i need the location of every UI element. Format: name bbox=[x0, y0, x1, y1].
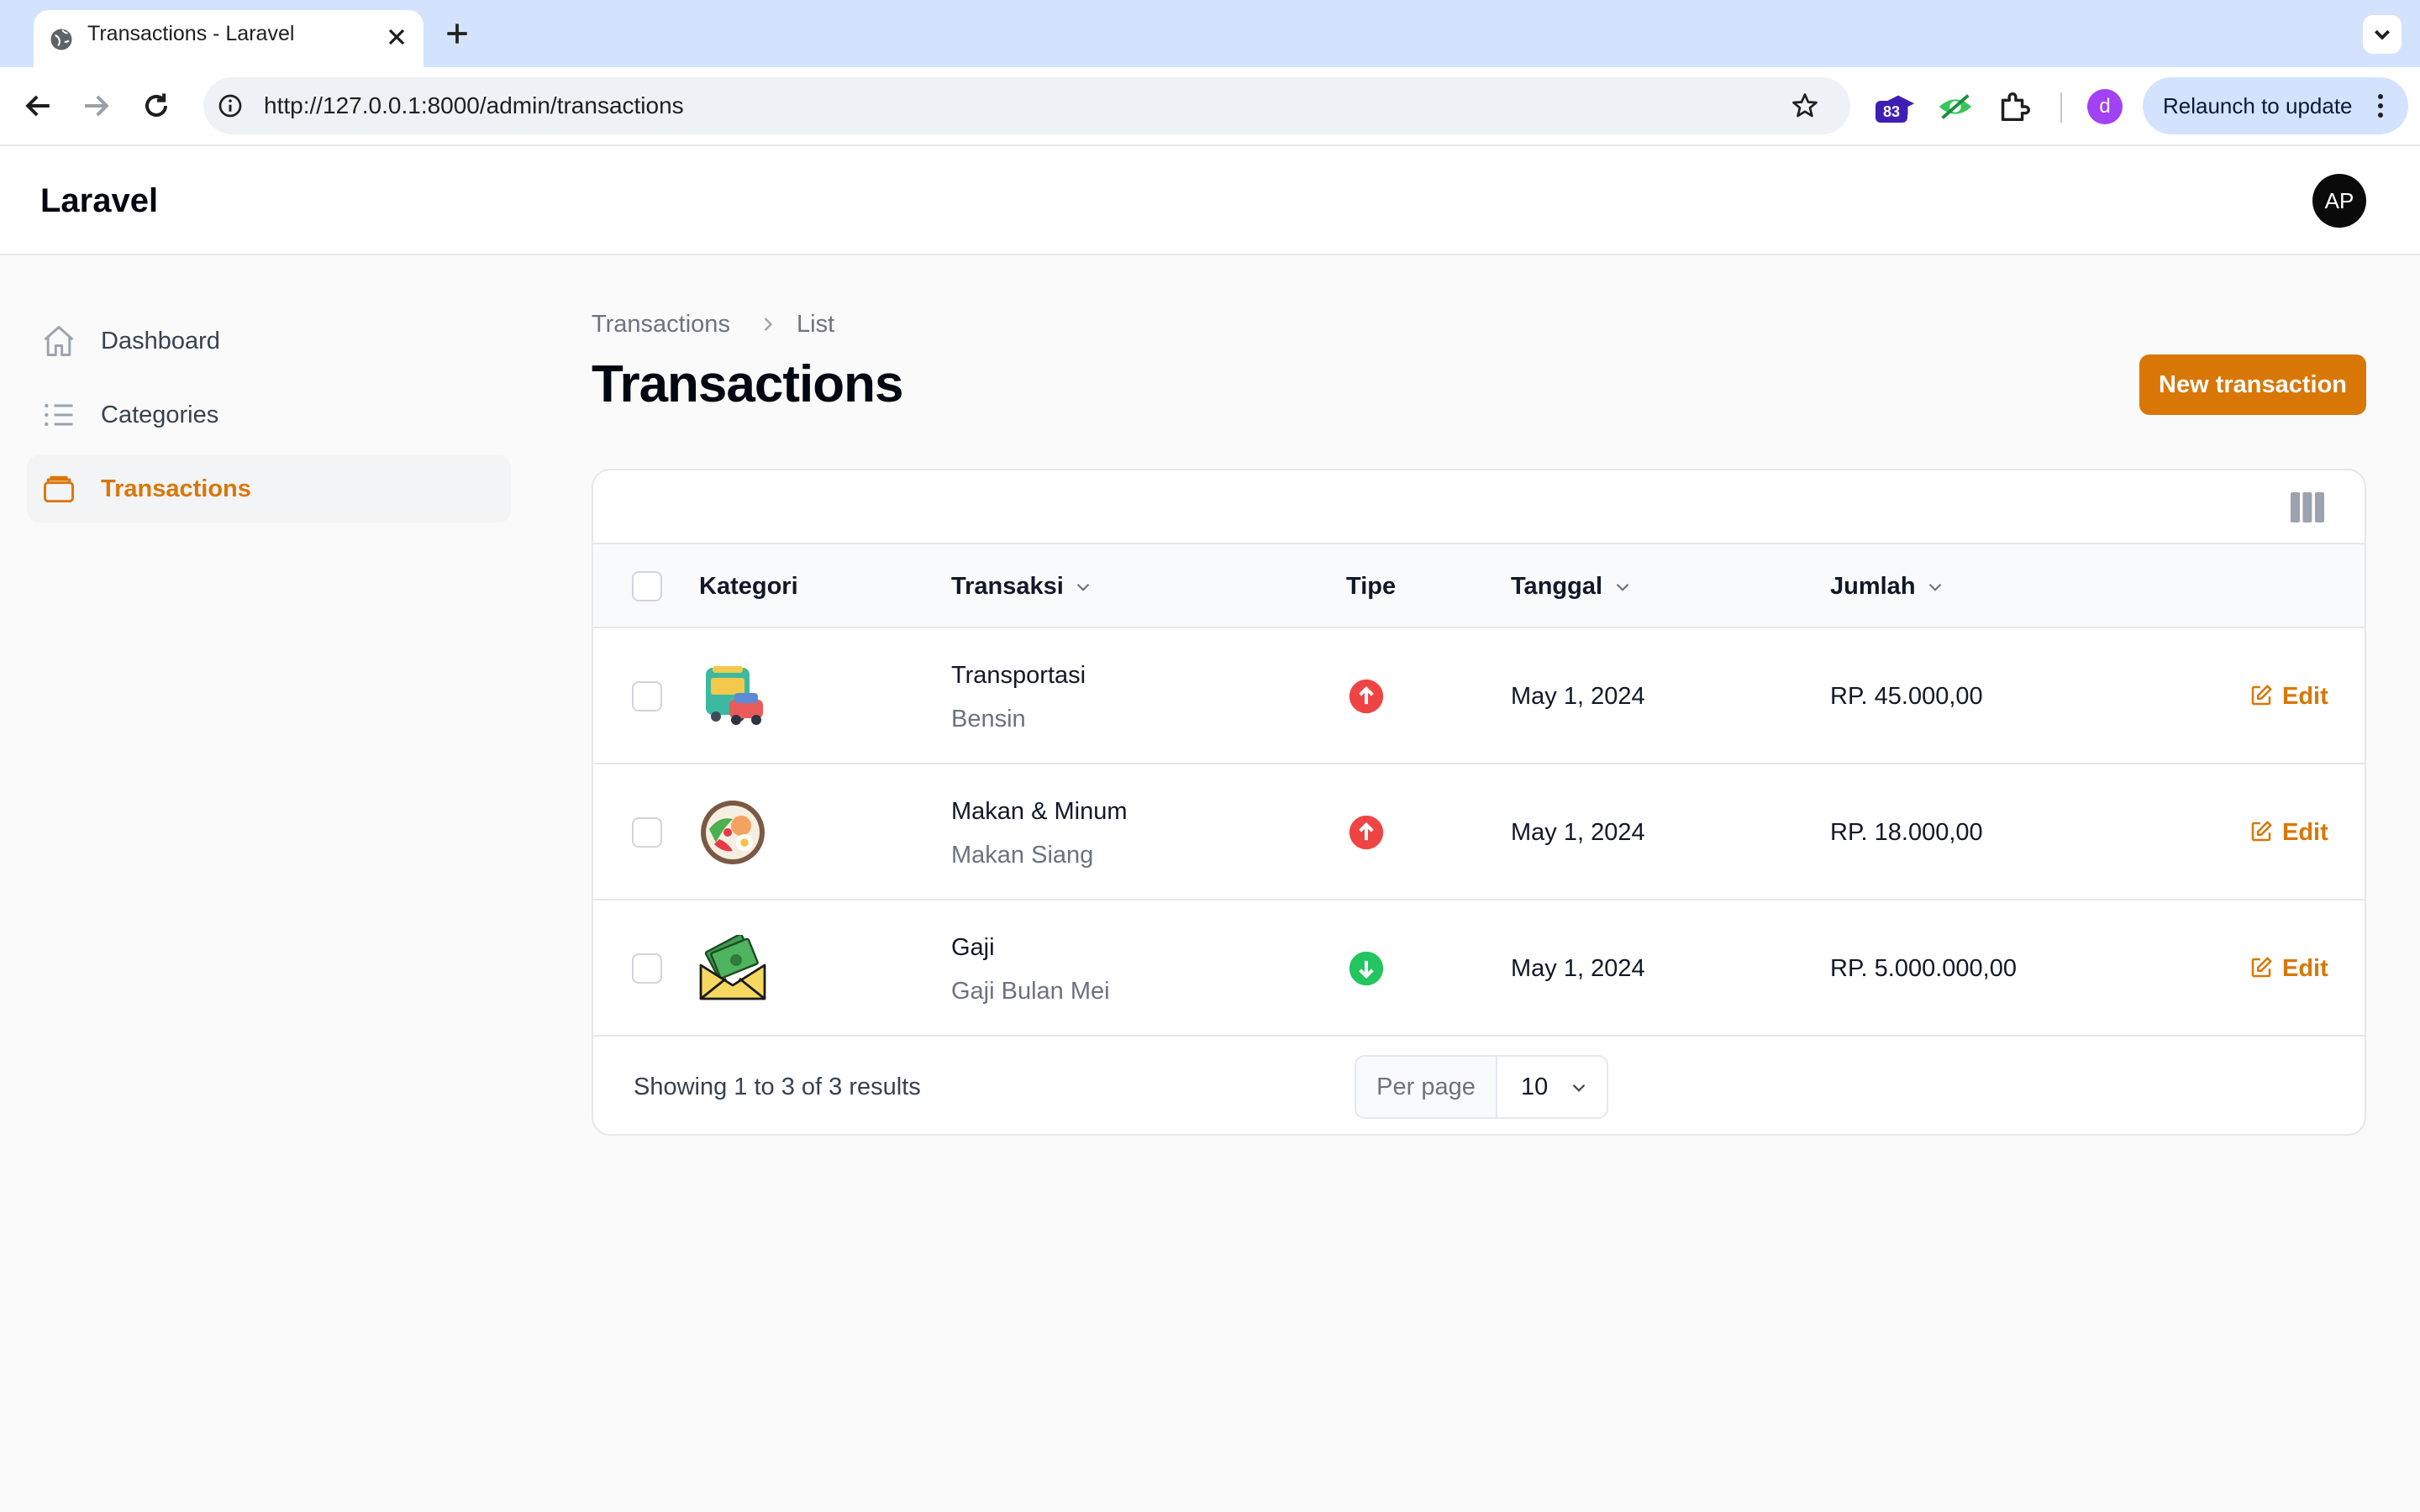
table-row[interactable]: Transportasi Bensin May 1, 2024 RP. 45.0… bbox=[593, 628, 2365, 764]
new-transaction-button[interactable]: New transaction bbox=[2139, 354, 2366, 415]
food-icon bbox=[701, 801, 765, 864]
transaction-name: Gaji bbox=[951, 934, 995, 961]
relaunch-button[interactable]: Relaunch to update bbox=[2143, 77, 2408, 134]
transaction-date: May 1, 2024 bbox=[1511, 819, 1645, 846]
arrow-up-circle-icon bbox=[1349, 679, 1384, 714]
row-checkbox[interactable] bbox=[632, 817, 662, 848]
bookmark-star-icon[interactable] bbox=[1790, 91, 1820, 121]
close-icon[interactable] bbox=[383, 24, 410, 50]
breadcrumb-item-transactions[interactable]: Transactions bbox=[592, 307, 730, 341]
chevron-right-icon bbox=[764, 318, 773, 331]
sort-chevron-icon[interactable] bbox=[1072, 576, 1094, 598]
table-header: Kategori Transaksi Tipe Tanggal Jumlah bbox=[593, 544, 2365, 628]
transaction-description: Gaji Bulan Mei bbox=[951, 978, 1110, 1005]
sidebar-item-label: Dashboard bbox=[101, 328, 220, 354]
chevron-down-icon[interactable] bbox=[1568, 1077, 1590, 1099]
profile-avatar[interactable]: d bbox=[2087, 89, 2123, 124]
row-checkbox[interactable] bbox=[632, 953, 662, 984]
edit-label: Edit bbox=[2282, 683, 2328, 710]
tab-title: Transactions - Laravel bbox=[87, 22, 295, 45]
sidebar-item-dashboard[interactable]: Dashboard bbox=[27, 307, 511, 375]
arrow-down-circle-icon bbox=[1349, 951, 1384, 986]
row-checkbox[interactable] bbox=[632, 681, 662, 711]
back-arrow-icon[interactable] bbox=[20, 87, 57, 124]
per-page-value[interactable]: 10 bbox=[1521, 1057, 1548, 1117]
transactions-table-card: Kategori Transaksi Tipe Tanggal Jumlah T… bbox=[592, 469, 2366, 1136]
transaction-amount: RP. 18.000,00 bbox=[1830, 819, 1983, 846]
kebab-menu-icon[interactable] bbox=[2376, 92, 2385, 119]
transaction-amount: RP. 5.000.000,00 bbox=[1830, 955, 2017, 982]
breadcrumb-item-list[interactable]: List bbox=[797, 307, 834, 341]
transport-icon bbox=[706, 666, 763, 725]
app-header: Laravel AP bbox=[0, 146, 2420, 255]
column-header-tipe: Tipe bbox=[1346, 573, 1397, 600]
sort-chevron-icon[interactable] bbox=[1924, 576, 1946, 598]
arrow-up-circle-icon bbox=[1349, 815, 1384, 850]
transaction-date: May 1, 2024 bbox=[1511, 683, 1645, 710]
columns-toggle-icon[interactable] bbox=[2291, 492, 2324, 522]
globe-icon bbox=[50, 29, 72, 50]
chevron-down-icon bbox=[2374, 29, 2391, 40]
column-header-transaksi[interactable]: Transaksi bbox=[951, 544, 1064, 628]
eye-extension-icon[interactable] bbox=[1936, 87, 1975, 126]
wallet-icon bbox=[44, 475, 74, 503]
toolbar-divider bbox=[2060, 92, 2062, 123]
transaction-name: Makan & Minum bbox=[951, 798, 1128, 825]
sidebar-item-label: Transactions bbox=[101, 475, 251, 502]
browser-toolbar: http://127.0.0.1:8000/admin/transactions bbox=[0, 67, 2420, 146]
puzzle-extensions-icon[interactable] bbox=[1995, 87, 2033, 126]
salary-icon bbox=[699, 935, 766, 1000]
edit-pencil-icon bbox=[2251, 957, 2272, 978]
extension-badge: 83 bbox=[1876, 101, 1907, 123]
transaction-name: Transportasi bbox=[951, 662, 1086, 689]
browser-tab[interactable]: Transactions - Laravel bbox=[34, 10, 424, 67]
tab-search-button[interactable] bbox=[2363, 15, 2402, 54]
sidebar-item-categories[interactable]: Categories bbox=[27, 381, 511, 449]
transaction-date: May 1, 2024 bbox=[1511, 955, 1645, 982]
transaction-description: Bensin bbox=[951, 706, 1026, 732]
user-avatar[interactable]: AP bbox=[2312, 174, 2366, 228]
edit-label: Edit bbox=[2282, 819, 2328, 846]
edit-pencil-icon bbox=[2251, 821, 2272, 842]
edit-pencil-icon bbox=[2251, 685, 2272, 706]
transaction-amount: RP. 45.000,00 bbox=[1830, 683, 1983, 710]
table-footer: Showing 1 to 3 of 3 results Per page 10 bbox=[593, 1037, 2365, 1134]
table-toolbar bbox=[593, 470, 2365, 544]
forward-arrow-icon[interactable] bbox=[77, 87, 114, 124]
plus-icon[interactable] bbox=[440, 17, 474, 50]
browser-tab-strip: Transactions - Laravel bbox=[0, 0, 2420, 67]
sidebar-item-label: Categories bbox=[101, 402, 219, 428]
table-row[interactable]: Gaji Gaji Bulan Mei May 1, 2024 RP. 5.00… bbox=[593, 900, 2365, 1037]
relaunch-label: Relaunch to update bbox=[2163, 93, 2353, 118]
per-page-select[interactable]: Per page 10 bbox=[1355, 1055, 1608, 1119]
page-title: Transactions bbox=[592, 355, 903, 413]
list-icon bbox=[45, 403, 73, 427]
home-icon bbox=[44, 326, 74, 356]
per-page-label: Per page bbox=[1356, 1057, 1497, 1117]
results-summary: Showing 1 to 3 of 3 results bbox=[634, 1074, 921, 1100]
transaction-description: Makan Siang bbox=[951, 842, 1094, 869]
table-row[interactable]: Makan & Minum Makan Siang May 1, 2024 RP… bbox=[593, 764, 2365, 900]
select-all-checkbox[interactable] bbox=[632, 571, 662, 601]
site-info-icon[interactable] bbox=[217, 92, 244, 119]
column-header-tanggal[interactable]: Tanggal bbox=[1511, 544, 1602, 628]
sidebar-item-transactions[interactable]: Transactions bbox=[27, 455, 511, 522]
reload-icon[interactable] bbox=[138, 87, 175, 124]
column-header-jumlah[interactable]: Jumlah bbox=[1830, 544, 1916, 628]
sort-chevron-icon[interactable] bbox=[1612, 576, 1634, 598]
column-header-kategori: Kategori bbox=[699, 573, 798, 600]
edit-label: Edit bbox=[2282, 955, 2328, 982]
address-bar[interactable]: http://127.0.0.1:8000/admin/transactions bbox=[203, 77, 1850, 134]
url-text[interactable]: http://127.0.0.1:8000/admin/transactions bbox=[264, 77, 684, 134]
brand-logo[interactable]: Laravel bbox=[40, 146, 158, 255]
